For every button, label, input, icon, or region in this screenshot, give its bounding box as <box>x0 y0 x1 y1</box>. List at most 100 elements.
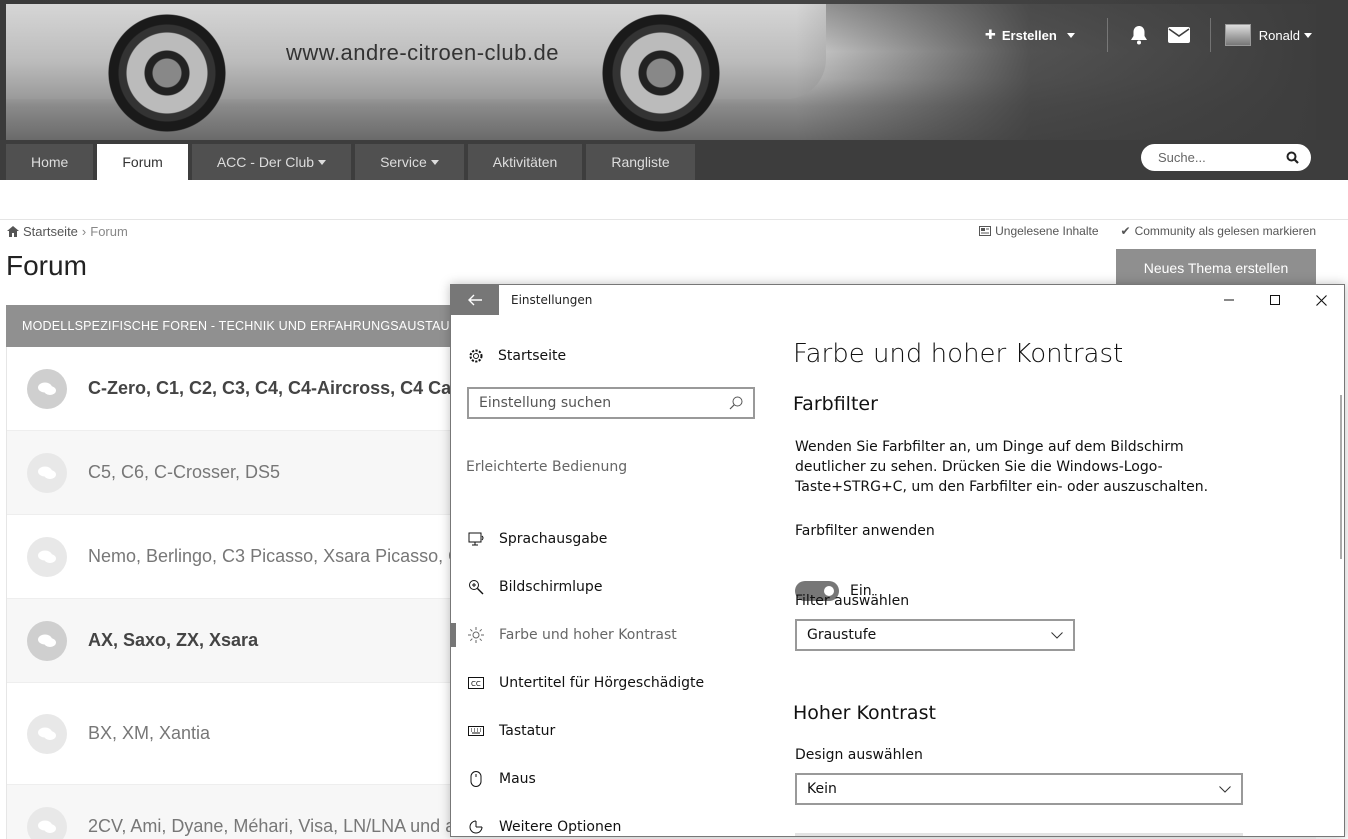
nav-tab-leaderboard[interactable]: Rangliste <box>586 144 695 180</box>
create-button[interactable]: ✚ Erstellen <box>985 27 1075 43</box>
svg-text:CC: CC <box>471 680 481 688</box>
settings-page-title: Farbe und hoher Kontrast <box>793 339 1124 369</box>
search-icon[interactable] <box>1286 151 1299 164</box>
apply-filter-label: Farbfilter anwenden <box>795 523 935 539</box>
theme-select-value: Kein <box>807 781 837 797</box>
forum-chat-icon <box>27 368 67 409</box>
forum-title[interactable]: BX, XM, Xantia <box>88 723 210 744</box>
back-button[interactable] <box>451 285 499 315</box>
nav-tab-label: Forum <box>122 154 163 170</box>
nav-label: Bildschirmlupe <box>499 579 603 595</box>
new-topic-button[interactable]: Neues Thema erstellen <box>1116 249 1316 287</box>
forum-title[interactable]: C-Zero, C1, C2, C3, C4, C4-Aircross, C4 … <box>88 378 488 399</box>
keyboard-icon <box>468 723 484 739</box>
select-filter-label: Filter auswählen <box>795 593 910 609</box>
home-icon <box>7 226 19 237</box>
window-titlebar[interactable]: Einstellungen <box>451 285 1344 315</box>
nav-magnifier[interactable]: Bildschirmlupe <box>451 563 773 611</box>
minimize-button[interactable] <box>1206 285 1252 315</box>
caret-down-icon <box>1304 32 1312 38</box>
plus-icon: ✚ <box>984 27 996 42</box>
user-name[interactable]: Ronald <box>1259 28 1300 43</box>
nav-keyboard[interactable]: Tastatur <box>451 707 773 755</box>
filter-select-value: Graustufe <box>807 627 877 643</box>
quick-links: Ungelesene Inhalte ✔ Community als geles… <box>979 224 1316 238</box>
caret-down-icon <box>430 159 439 165</box>
close-button[interactable] <box>1298 285 1344 315</box>
search-placeholder: Suche... <box>1158 150 1206 165</box>
scrollbar[interactable] <box>1340 395 1342 559</box>
apply-button-partial[interactable] <box>795 833 1243 836</box>
nav-label: Weitere Optionen <box>499 819 622 835</box>
theme-select[interactable]: Kein <box>795 773 1243 805</box>
close-icon <box>1315 294 1327 306</box>
search-input[interactable]: Suche... <box>1141 144 1311 171</box>
nav-tab-service[interactable]: Service <box>355 144 464 180</box>
nav-label: Tastatur <box>499 723 556 739</box>
high-contrast-heading: Hoher Kontrast <box>793 702 936 724</box>
page-title: Forum <box>6 250 87 281</box>
notifications-bell-icon[interactable] <box>1128 24 1150 46</box>
settings-home-link[interactable]: Startseite <box>468 348 566 364</box>
settings-search-placeholder: Einstellung suchen <box>479 395 612 411</box>
minimize-icon <box>1224 299 1234 301</box>
car-wheel-rear <box>602 14 720 132</box>
narrator-icon <box>468 531 484 547</box>
messages-envelope-icon[interactable] <box>1167 24 1190 46</box>
nav-narrator[interactable]: Sprachausgabe <box>451 515 773 563</box>
color-filter-heading: Farbfilter <box>793 393 878 415</box>
forum-chat-icon <box>27 620 67 661</box>
nav-tab-label: ACC - Der Club <box>216 154 315 170</box>
breadcrumb-current: Forum <box>90 224 128 239</box>
banner-url-text: www.andre-citroen-club.de <box>286 40 559 65</box>
chevron-down-icon <box>1219 785 1231 793</box>
nav-label: Farbe und hoher Kontrast <box>499 627 677 643</box>
forum-title[interactable]: AX, Saxo, ZX, Xsara <box>88 630 258 651</box>
mouse-icon <box>468 771 484 787</box>
settings-home-label: Startseite <box>498 348 567 364</box>
separator <box>1106 18 1108 52</box>
mark-read-label: Community als gelesen markieren <box>1134 224 1316 238</box>
mark-read-link[interactable]: ✔ Community als gelesen markieren <box>1121 224 1316 238</box>
unread-content-link[interactable]: Ungelesene Inhalte <box>979 224 1099 238</box>
avatar[interactable] <box>1224 24 1251 46</box>
nav-closed-captions[interactable]: CC Untertitel für Hörgeschädigte <box>451 659 773 707</box>
main-nav: Home Forum ACC - Der Club Service Aktivi… <box>0 140 1348 180</box>
magnifier-icon <box>468 579 484 595</box>
nav-more-options[interactable]: Weitere Optionen <box>451 803 773 836</box>
chevron-down-icon <box>1051 631 1063 639</box>
more-options-icon <box>468 819 484 835</box>
forum-chat-icon <box>27 713 67 754</box>
forum-chat-icon <box>27 452 67 493</box>
nav-tab-label: Aktivitäten <box>492 154 558 170</box>
window-title: Einstellungen <box>511 293 593 307</box>
nav-tab-forum[interactable]: Forum <box>97 144 188 180</box>
maximize-icon <box>1270 295 1280 305</box>
gear-icon <box>469 349 483 363</box>
check-icon: ✔ <box>1120 224 1131 238</box>
maximize-button[interactable] <box>1252 285 1298 315</box>
closed-captions-icon: CC <box>468 675 484 691</box>
header-banner: www.andre-citroen-club.de <box>0 0 1348 140</box>
nav-tab-label: Rangliste <box>611 154 670 170</box>
nav-tab-activities[interactable]: Aktivitäten <box>467 144 583 180</box>
chevron-right-icon: › <box>81 224 87 239</box>
nav-mouse[interactable]: Maus <box>451 755 773 803</box>
settings-nav: Sprachausgabe Bildschirmlupe Farbe und h… <box>451 515 773 836</box>
filter-select[interactable]: Graustufe <box>795 619 1075 651</box>
nav-tab-home[interactable]: Home <box>6 144 94 180</box>
select-theme-label: Design auswählen <box>795 747 923 763</box>
nav-tab-label: Home <box>31 154 69 170</box>
user-bar: ✚ Erstellen Ronald <box>985 18 1312 52</box>
nav-tab-club[interactable]: ACC - Der Club <box>191 144 352 180</box>
forum-chat-icon <box>27 806 67 839</box>
breadcrumb-home[interactable]: Startseite <box>23 224 78 239</box>
color-filter-description: Wenden Sie Farbfilter an, um Dinge auf d… <box>795 439 1209 495</box>
search-icon <box>729 396 743 410</box>
forum-title[interactable]: C5, C6, C-Crosser, DS5 <box>88 462 280 483</box>
forum-title[interactable]: 2CV, Ami, Dyane, Méhari, Visa, LN/LNA un… <box>88 816 501 837</box>
settings-search-input[interactable]: Einstellung suchen <box>467 387 755 419</box>
unread-content-label: Ungelesene Inhalte <box>995 224 1099 238</box>
nav-color-contrast[interactable]: Farbe und hoher Kontrast <box>451 611 773 659</box>
accessibility-group-label: Erleichterte Bedienung <box>466 459 628 475</box>
